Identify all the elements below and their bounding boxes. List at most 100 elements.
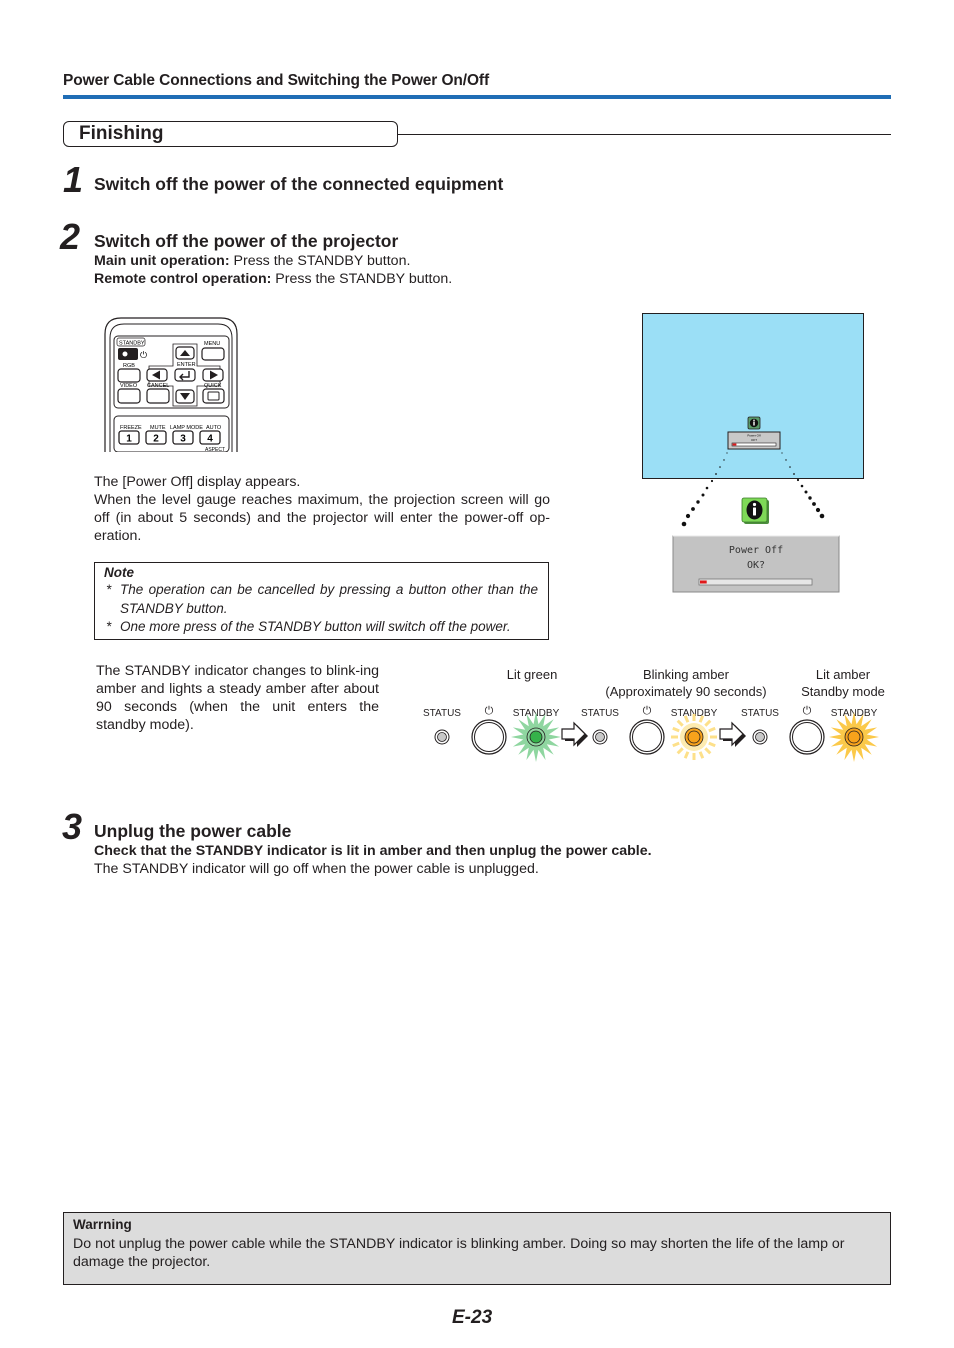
projection-dot <box>705 486 709 490</box>
remote-quick-button <box>202 388 225 404</box>
projection-dot <box>800 484 804 488</box>
svg-text:1: 1 <box>126 434 132 445</box>
remote-standby-button <box>118 348 138 360</box>
subsection-rule <box>398 134 891 135</box>
state-3-subcaption: Standby mode <box>801 684 885 699</box>
remote-enter-label: ENTER <box>177 362 196 368</box>
projection-dot <box>796 478 800 482</box>
projection-dot <box>691 507 695 511</box>
level-gauge-description: When the level gauge reaches maximum, th… <box>94 492 550 544</box>
section-title: Power Cable Connections and Switching th… <box>63 72 490 89</box>
blink-ray <box>672 726 680 733</box>
note-item: One more press of the STANDBY button wil… <box>120 619 511 634</box>
projection-dot <box>804 490 808 494</box>
svg-text:Power Off: Power Off <box>747 434 760 438</box>
projection-dot <box>681 521 687 527</box>
projection-dot <box>723 459 725 461</box>
state-2-caption: Blinking amber <box>643 667 729 682</box>
state-1-caption: Lit green <box>506 667 558 682</box>
state-2-subcaption: (Approximately 90 seconds) <box>605 684 767 699</box>
projection-dot <box>819 513 825 519</box>
warning-title: Warrning <box>73 1217 132 1232</box>
blink-ray <box>676 747 684 755</box>
blink-ray <box>708 741 716 748</box>
projection-dot <box>710 479 714 483</box>
projection-dot <box>793 473 795 475</box>
step-2-number: 2 <box>60 216 81 257</box>
projection-dot <box>815 507 821 513</box>
level-gauge-fill <box>700 580 707 584</box>
power-button <box>789 719 825 755</box>
level-gauge <box>698 578 813 586</box>
note-title: Note <box>104 565 134 580</box>
power-button <box>471 719 507 755</box>
remote-enter-button <box>174 368 196 382</box>
power-icon: ⏻ <box>485 705 494 717</box>
remote-cancel-label: CANCEL <box>147 383 169 389</box>
projection-dot <box>812 502 816 506</box>
status-label: STATUS <box>423 708 461 719</box>
remote-lamp-mode-label: LAMP MODE <box>170 425 203 431</box>
svg-text:4: 4 <box>207 434 213 445</box>
remote-aspect-label: ASPECT <box>205 447 225 452</box>
projection-dot <box>785 459 787 461</box>
note-item: The operation can be cancelled by pressi… <box>120 582 538 616</box>
remote-quick-label: QUICK <box>204 383 222 389</box>
blink-ray <box>683 751 690 759</box>
main-unit-instruction: Main unit operation: Press the STANDBY b… <box>94 252 410 270</box>
main-unit-text: Press the STANDBY button. <box>229 253 411 269</box>
blink-ray <box>704 719 712 727</box>
step-3-number: 3 <box>62 806 83 847</box>
remote-instruction: Remote control operation: Press the STAN… <box>94 270 452 288</box>
remote-control-illustration: STANDBY ⏻ MENU ENTER RGB VIDEO CANCEL QU… <box>104 317 238 452</box>
blink-ray <box>676 719 684 727</box>
blink-ray <box>698 751 705 759</box>
note-bullet: * <box>106 582 112 597</box>
remote-auto-label: AUTO <box>206 425 222 431</box>
warning-text: Do not unplug the power cable while the … <box>73 1236 845 1270</box>
step-3-check-text: Check that the STANDBY indicator is lit … <box>94 843 652 859</box>
page-number: E-23 <box>452 1307 493 1328</box>
note-bullet: * <box>106 619 112 634</box>
remote-mute-label: MUTE <box>150 425 166 431</box>
power-icon: ⏻ <box>803 705 812 717</box>
projection-dot <box>719 466 721 468</box>
projection-dot <box>789 466 791 468</box>
remote-rgb-label: RGB <box>123 363 135 369</box>
projection-dot <box>701 493 705 497</box>
dialog-line-1: Power Off <box>729 545 783 556</box>
power-icon: ⏻ <box>140 350 147 361</box>
step-3-title: Unplug the power cable <box>94 821 292 841</box>
projection-dot <box>726 452 728 454</box>
step-2-title: Switch off the power of the projector <box>94 231 399 251</box>
small-level-gauge-fill <box>732 443 737 446</box>
projection-dot <box>715 473 717 475</box>
remote-standby-label: STANDBY <box>119 341 145 347</box>
projection-dot <box>808 496 812 500</box>
blink-ray <box>672 741 680 748</box>
remote-freeze-label: FREEZE <box>120 425 142 431</box>
standby-indicator-description: The STANDBY indicator changes to blink-i… <box>96 663 379 733</box>
svg-text:2: 2 <box>153 434 159 445</box>
remote-cancel-button <box>146 388 170 404</box>
remote-menu-button <box>201 347 225 361</box>
blink-ray <box>708 726 716 733</box>
status-label: STATUS <box>741 708 779 719</box>
svg-text:OK?: OK? <box>751 438 757 442</box>
small-level-gauge <box>731 442 777 447</box>
remote-text: Press the STANDBY button. <box>271 271 453 287</box>
power-icon: ⏻ <box>643 705 652 717</box>
power-button <box>629 719 665 755</box>
step-1-number: 1 <box>63 159 84 200</box>
step-1-title: Switch off the power of the connected eq… <box>94 174 504 194</box>
remote-video-button <box>117 388 141 404</box>
subsection-title: Finishing <box>79 123 164 144</box>
projection-dot <box>781 452 783 454</box>
remote-video-label: VIDEO <box>120 383 138 389</box>
header-rule <box>63 95 891 99</box>
remote-menu-label: MENU <box>204 341 220 347</box>
main-unit-label: Main unit operation: <box>94 253 230 269</box>
status-label: STATUS <box>581 708 619 719</box>
indicator-states-illustration: STATUS⏻STANDBYSTATUS⏻STANDBYSTATUS⏻STAND… <box>423 705 879 762</box>
projection-illustration: Power Off OK? Power Off OK? <box>672 416 840 593</box>
